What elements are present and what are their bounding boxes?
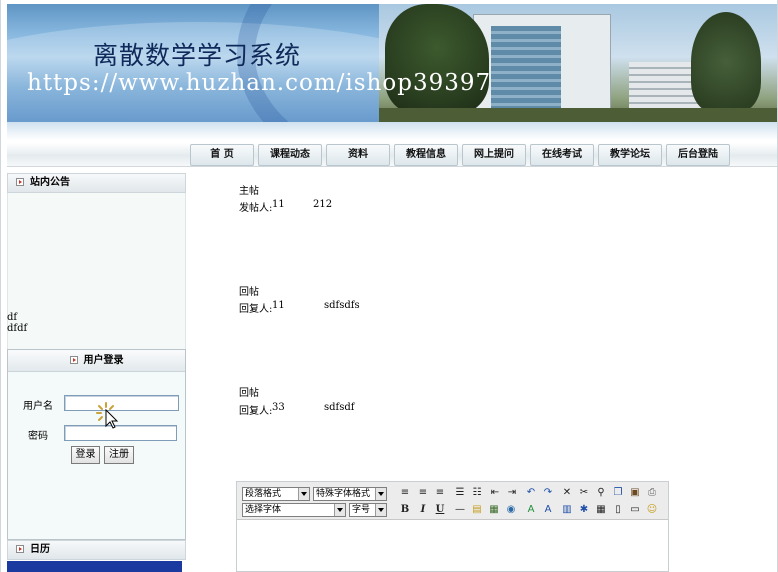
horizontal-rule-icon[interactable]: — [453, 503, 467, 516]
login-header: 用户登录 [8, 350, 185, 372]
nav-materials[interactable]: 资料 [326, 144, 390, 166]
building-glass [491, 26, 561, 110]
paragraph-format-value: 段落格式 [245, 489, 282, 499]
chevron-down-icon [375, 504, 386, 516]
delete-icon[interactable]: ✕ [560, 486, 574, 499]
align-right-icon[interactable]: ≡ [433, 486, 447, 499]
chevron-down-icon [375, 488, 386, 500]
post-author-label: 发帖人: [239, 203, 273, 214]
nav-online-questions[interactable]: 网上提问 [462, 144, 526, 166]
post-type: 回帖 [239, 287, 259, 298]
login-title: 用户登录 [83, 355, 124, 366]
link-icon[interactable]: ▥ [560, 503, 574, 516]
calendar-month-bar [7, 561, 182, 572]
post-author: 11 [272, 199, 285, 210]
find-icon[interactable]: ⚲ [594, 486, 608, 499]
watermark-url: https://www.huzhan.com/ishop39397 [27, 70, 492, 96]
register-button[interactable]: 注册 [104, 446, 134, 464]
arrow-marker-icon [69, 356, 78, 364]
print-icon[interactable]: ⎙ [645, 486, 659, 499]
undo-icon[interactable]: ↶ [524, 486, 538, 499]
username-label: 用户名 [23, 401, 53, 412]
italic-icon[interactable]: I [416, 503, 430, 516]
media-icon[interactable]: ◉ [504, 503, 518, 516]
smiley-icon[interactable]: ☺ [645, 503, 659, 516]
nav-forum[interactable]: 教学论坛 [598, 144, 662, 166]
post-content: sdfsdf [324, 402, 355, 413]
folder-icon[interactable]: ▤ [470, 503, 484, 516]
site-banner: 离散数学学习系统 https://www.huzhan.com/ishop393… [7, 4, 777, 122]
special-char-icon[interactable]: ✱ [577, 503, 591, 516]
align-left-icon[interactable]: ≡ [398, 486, 412, 499]
editor-toolbar: 段落格式 特殊字体格式 选择字体 字号 ≡ ≡ ≡ ☰ ☷ ⇤ ⇥ ↶ ↷ ✕ … [237, 482, 668, 520]
nav-admin-login[interactable]: 后台登陆 [666, 144, 730, 166]
notice-body [7, 193, 186, 349]
notice-header: 站内公告 [7, 173, 186, 193]
bold-icon[interactable]: B [398, 503, 412, 516]
arrow-marker-icon [16, 178, 24, 186]
reply-editor[interactable]: 段落格式 特殊字体格式 选择字体 字号 ≡ ≡ ≡ ☰ ☷ ⇤ ⇥ ↶ ↷ ✕ … [236, 481, 669, 572]
special-font-value: 特殊字体格式 [316, 489, 371, 499]
banner-band [7, 122, 777, 140]
insert-frame-icon[interactable]: ▯ [611, 503, 625, 516]
font-color-icon[interactable]: A [524, 503, 538, 516]
nav-tutorial-info[interactable]: 教程信息 [394, 144, 458, 166]
font-size-select[interactable]: 字号 [349, 503, 387, 517]
cut-icon[interactable]: ✂ [577, 486, 591, 499]
nav-online-exam[interactable]: 在线考试 [530, 144, 594, 166]
post-content: sdfsdfs [324, 300, 360, 311]
paragraph-format-select[interactable]: 段落格式 [242, 487, 310, 501]
password-label: 密码 [28, 431, 48, 442]
unordered-list-icon[interactable]: ☰ [453, 486, 467, 499]
calendar-title: 日历 [30, 544, 50, 555]
ordered-list-icon[interactable]: ☷ [470, 486, 484, 499]
highlight-icon[interactable]: A [541, 503, 555, 516]
post-author-label: 回复人: [239, 304, 273, 315]
nav-course-news[interactable]: 课程动态 [258, 144, 322, 166]
post-author-label: 回复人: [239, 406, 273, 417]
nav-home[interactable]: 首 页 [190, 144, 254, 166]
font-size-value: 字号 [352, 505, 371, 515]
calendar-header: 日历 [7, 540, 186, 560]
post-type: 回帖 [239, 388, 259, 399]
notice-line: df [7, 312, 18, 323]
campus-ground [379, 108, 777, 122]
font-select-value: 选择字体 [245, 505, 282, 515]
tree-image [385, 4, 489, 114]
busy-cursor-icon [96, 402, 119, 429]
font-select[interactable]: 选择字体 [242, 503, 346, 517]
notice-title: 站内公告 [30, 177, 70, 188]
copy-icon[interactable]: ❐ [611, 486, 625, 499]
post-author: 33 [272, 402, 285, 413]
notice-line: dfdf [7, 323, 28, 334]
arrow-marker-icon [16, 545, 24, 553]
post-type: 主帖 [239, 186, 259, 197]
site-title: 离散数学学习系统 [93, 41, 302, 70]
post-content: 212 [313, 199, 333, 210]
indent-icon[interactable]: ⇥ [505, 486, 519, 499]
underline-icon[interactable]: U [433, 503, 447, 516]
paste-icon[interactable]: ▣ [628, 486, 642, 499]
table-icon[interactable]: ▦ [594, 503, 608, 516]
login-panel: 用户登录 用户名 密码 登录 注册 [7, 349, 186, 540]
image-icon[interactable]: ▦ [487, 503, 501, 516]
redo-icon[interactable]: ↷ [541, 486, 555, 499]
login-button[interactable]: 登录 [71, 446, 100, 464]
chevron-down-icon [298, 488, 309, 500]
outdent-icon[interactable]: ⇤ [488, 486, 502, 499]
align-center-icon[interactable]: ≡ [416, 486, 430, 499]
date-icon[interactable]: ▭ [628, 503, 642, 516]
tree-image-2 [691, 12, 761, 112]
post-author: 11 [272, 300, 285, 311]
chevron-down-icon [334, 504, 345, 516]
special-font-select[interactable]: 特殊字体格式 [313, 487, 387, 501]
